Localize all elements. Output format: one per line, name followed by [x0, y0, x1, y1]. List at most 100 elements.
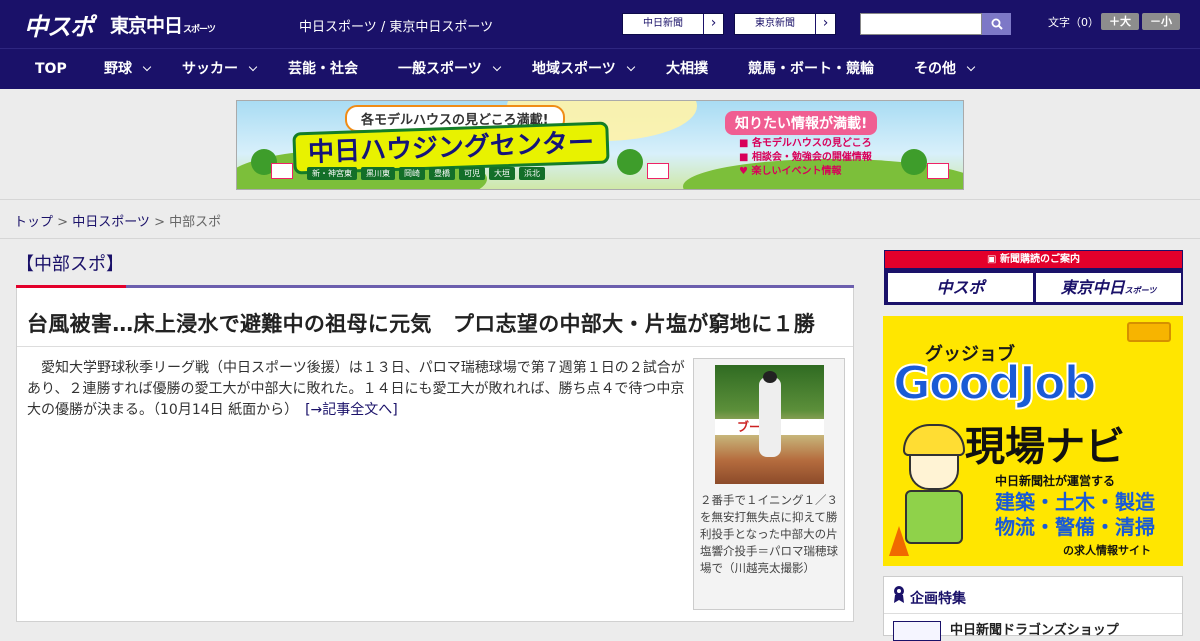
tokyo-chunichi-logo[interactable]: 東京中日スポーツ — [110, 11, 216, 38]
article-photo-box: ブー ２番手で１イニング１／３を無安打無失点に抑えて勝利投手となった中部大の片塩… — [693, 358, 845, 610]
nav-item-label: 一般スポーツ — [398, 61, 482, 77]
breadcrumb-link-top[interactable]: トップ — [14, 215, 53, 230]
worker-mascot-icon — [903, 424, 965, 544]
banner-feature-item: ■ 相談会・勉強会の開催情報 — [739, 151, 872, 165]
goodjob-banner-ad[interactable]: グッジョブ GoodJob 現場ナビ 中日新聞社が運営する 建築・土木・製造 物流… — [883, 316, 1183, 566]
search-form — [860, 13, 1011, 35]
banner-area: 各モデルハウスの見どころ満載! 中日ハウジングセンター 新・神宮東 黒川東 岡崎… — [0, 89, 1200, 200]
banner-feature-item: ■ 各モデルハウスの見どころ — [739, 137, 872, 151]
helmet-icon — [903, 424, 965, 456]
banner-feature-text: 相談会・勉強会の開催情報 — [751, 152, 872, 163]
article-photo[interactable]: ブー — [715, 365, 824, 484]
newspaper-icon: ▣ — [987, 254, 997, 265]
tokyo-chunichi-logo-small: スポーツ — [183, 25, 216, 35]
chevron-right-icon: › — [703, 14, 723, 34]
banner-town: 浜北 — [519, 167, 545, 180]
nav-item-label: サッカー — [182, 61, 238, 77]
subscribe-chunichi-sports-button[interactable]: 中スポ — [888, 273, 1033, 302]
article-body: 愛知大学野球秋季リーグ戦（中日スポーツ後援）は１３日、パロマ瑞穂球場で第７週第１… — [27, 358, 685, 421]
house-icon — [271, 163, 293, 179]
goodjob-industries: 建築・土木・製造 物流・警備・清掃 — [995, 490, 1155, 540]
nav-item-label: その他 — [914, 61, 956, 77]
feature-thumbnail[interactable] — [893, 621, 941, 641]
tokyo-shimbun-button[interactable]: 東京新聞 › — [734, 13, 836, 35]
goodjob-title: 現場ナビ — [965, 424, 1125, 470]
search-input[interactable] — [860, 13, 982, 35]
article-headline[interactable]: 台風被害…床上浸水で避難中の祖母に元気 プロ志望の中部大・片塩が窮地に１勝 — [27, 308, 815, 338]
top-header: 中スポ 東京中日スポーツ 中日スポーツ / 東京中日スポーツ 中日新聞 › 東京… — [0, 0, 1200, 48]
breadcrumb-current: 中部スポ — [169, 215, 222, 230]
banner-town: 豊橋 — [429, 167, 455, 180]
goodjob-line-3: 物流・警備・清掃 — [995, 515, 1155, 539]
nav-item-regional-sports[interactable]: 地域スポーツ — [532, 49, 635, 90]
chevron-down-icon — [626, 62, 635, 72]
breadcrumb-separator: > — [53, 215, 73, 230]
breadcrumb-separator: > — [149, 215, 170, 230]
nav-item-general-sports[interactable]: 一般スポーツ — [398, 49, 501, 90]
nav-item-baseball[interactable]: 野球 — [104, 49, 152, 90]
mascot-vest — [905, 490, 963, 544]
banner-feature-list: ■ 各モデルハウスの見どころ ■ 相談会・勉強会の開催情報 ♥ 楽しいイベント情… — [739, 137, 872, 179]
feature-item-link[interactable]: 中日新聞ドラゴンズショップ — [950, 619, 1119, 638]
read-more-link[interactable]: [→記事全文へ] — [305, 402, 398, 418]
nav-item-label: 地域スポーツ — [532, 61, 616, 77]
subscribe-tokyo-chunichi-button[interactable]: 東京中日スポーツ — [1036, 273, 1181, 302]
banner-town: 黒川東 — [361, 167, 395, 180]
feature-title: 企画特集 — [910, 591, 966, 607]
subscribe-tokyo-chunichi-small: スポーツ — [1124, 286, 1157, 295]
divider — [17, 346, 853, 347]
banner-town: 岡崎 — [399, 167, 425, 180]
chunichi-sports-logo[interactable]: 中スポ — [24, 7, 94, 42]
goodjob-line-4: の求人情報サイト — [1063, 544, 1151, 557]
nav-item-racing[interactable]: 競馬・ボート・競輪 — [748, 49, 874, 90]
tokyo-shimbun-label: 東京新聞 — [755, 18, 795, 29]
chevron-down-icon — [142, 62, 152, 72]
nav-item-label: 芸能・社会 — [288, 61, 358, 77]
font-size-decrease-button[interactable]: －小 — [1142, 13, 1180, 30]
nav-item-label: 競馬・ボート・競輪 — [748, 61, 874, 77]
chevron-right-icon: › — [815, 14, 835, 34]
nav-item-other[interactable]: その他 — [914, 49, 976, 90]
font-size-increase-button[interactable]: ＋大 — [1101, 13, 1139, 30]
ribbon-icon — [894, 586, 904, 603]
heart-icon: ♥ — [739, 166, 748, 177]
photo-caption: ２番手で１イニング１／３を無安打無失点に抑えて勝利投手となった中部大の片塩響介投… — [700, 493, 838, 575]
tree-icon — [617, 149, 643, 175]
banner-town: 大垣 — [489, 167, 515, 180]
chunichi-shimbun-label: 中日新聞 — [643, 18, 683, 29]
divider — [0, 238, 1200, 239]
house-icon: ■ — [739, 138, 749, 149]
nav-item-top[interactable]: TOP — [35, 49, 67, 90]
house-icon — [647, 163, 669, 179]
divider — [884, 613, 1182, 614]
font-size-label: 文字（0） — [1048, 16, 1099, 29]
subscription-header-text: 新聞購読のご案内 — [999, 254, 1080, 265]
housing-center-banner-ad[interactable]: 各モデルハウスの見どころ満載! 中日ハウジングセンター 新・神宮東 黒川東 岡崎… — [236, 100, 964, 190]
chevron-down-icon — [966, 62, 976, 72]
house-icon — [927, 163, 949, 179]
search-button[interactable] — [982, 13, 1011, 35]
nav-item-entertainment[interactable]: 芸能・社会 — [288, 49, 358, 90]
tokyo-chunichi-logo-text: 東京中日 — [110, 15, 183, 37]
nav-item-label: 野球 — [104, 61, 132, 77]
nav-item-soccer[interactable]: サッカー — [182, 49, 258, 90]
site-title[interactable]: 中日スポーツ / 東京中日スポーツ — [299, 16, 493, 35]
nav-item-sumo[interactable]: 大相撲 — [666, 49, 708, 90]
tree-icon — [901, 149, 927, 175]
banner-tagline-2: 知りたい情報が満載! — [725, 111, 878, 135]
breadcrumb-link-chunichi-sports[interactable]: 中日スポーツ — [72, 215, 150, 230]
section-title: 【中部スポ】 — [16, 254, 124, 275]
feature-box: 企画特集 中日新聞ドラゴンズショップ — [883, 576, 1183, 641]
house-icon: ■ — [739, 152, 749, 163]
chunichi-shimbun-button[interactable]: 中日新聞 › — [622, 13, 724, 35]
nav-item-label: 大相撲 — [666, 61, 708, 77]
subscription-header: ▣ 新聞購読のご案内 — [885, 251, 1182, 268]
mascot-face — [909, 454, 959, 490]
subscription-box: ▣ 新聞購読のご案内 中スポ 東京中日スポーツ — [884, 250, 1183, 305]
banner-feature-item: ♥ 楽しいイベント情報 — [739, 165, 872, 179]
main-nav: TOP 野球 サッカー 芸能・社会 一般スポーツ 地域スポーツ 大相撲 競馬・ボ… — [0, 48, 1200, 89]
goodjob-line-1: 中日新聞社が運営する — [995, 474, 1116, 488]
chevron-down-icon — [492, 62, 501, 72]
breadcrumb: トップ > 中日スポーツ > 中部スポ — [14, 211, 221, 230]
chevron-down-icon — [248, 62, 258, 72]
